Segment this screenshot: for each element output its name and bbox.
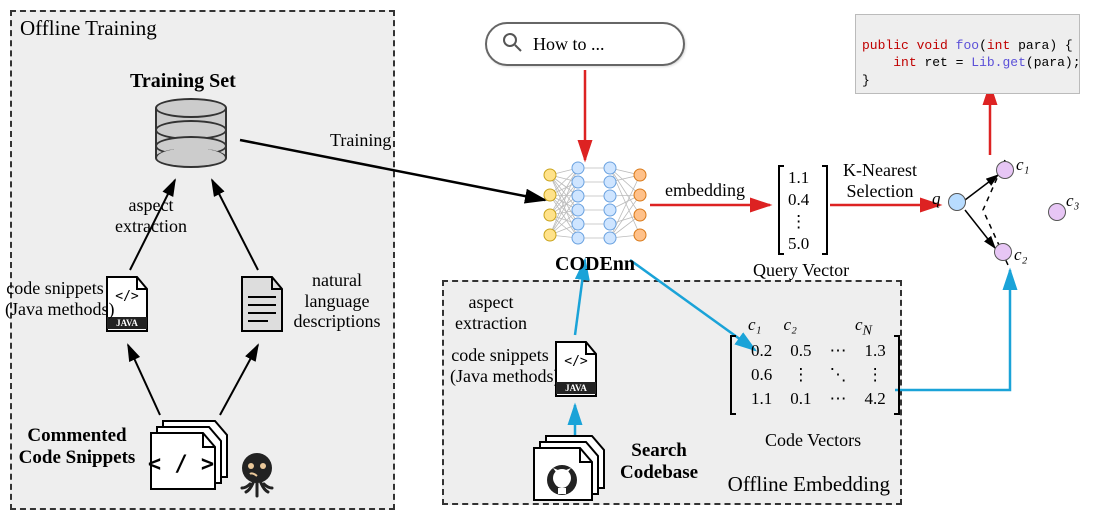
m10: 0.6	[742, 363, 781, 387]
var-ret: ret	[924, 55, 947, 70]
m23: 4.2	[856, 387, 895, 411]
mh2	[819, 315, 833, 339]
embedding-label-red: embedding	[665, 180, 745, 201]
kw-void: void	[917, 38, 948, 53]
aspect-extraction-label-2: aspect extraction	[455, 292, 527, 333]
qv-0: 1.1	[788, 167, 809, 189]
qv-2: ⋮	[788, 211, 809, 233]
paren-open: (	[979, 38, 987, 53]
libget: Lib.get	[971, 55, 1026, 70]
java-file-icon-2: </> JAVA	[552, 340, 600, 398]
knn-c1-node	[996, 161, 1014, 179]
kw-int2: int	[893, 55, 916, 70]
m11: ⋮	[781, 363, 820, 387]
training-set-label: Training Set	[130, 70, 236, 93]
query-vector: 1.1 0.4 ⋮ 5.0	[778, 165, 828, 255]
code-snippets-label-1: code snippets (Java methods)	[5, 278, 105, 319]
knn-c2-label: c₂	[1014, 245, 1027, 265]
code-glyph: </>	[115, 289, 139, 304]
commented-snippets-label: Commented Code Snippets	[12, 425, 142, 469]
m13: ⋮	[856, 363, 895, 387]
knn-c2-node	[994, 243, 1012, 261]
m12: ⋱	[821, 363, 856, 387]
m21: 0.1	[781, 387, 820, 411]
search-icon	[501, 31, 523, 58]
svg-text:< / >: < / >	[148, 452, 214, 477]
m00: 0.2	[742, 339, 781, 363]
nl-desc-label: natural language descriptions	[288, 270, 386, 332]
github-octocat-icon	[232, 448, 282, 498]
m22: ⋯	[821, 387, 856, 411]
aspect-extraction-label-1: aspect extraction	[115, 195, 187, 236]
close-brace: }	[862, 73, 870, 88]
training-arrow-label: Training	[330, 130, 391, 151]
knn-c3-label: c₃	[1066, 191, 1079, 211]
line1-end: ) {	[1049, 38, 1072, 53]
search-pill: How to ...	[485, 22, 685, 66]
m03: 1.3	[856, 339, 895, 363]
code-stack-icon: < / >	[145, 415, 245, 495]
knn-c3-node	[1048, 203, 1066, 221]
offline-embedding-title: Offline Embedding	[728, 472, 890, 497]
search-text: How to ...	[533, 34, 605, 55]
m01: 0.5	[781, 339, 820, 363]
qv-1: 0.4	[788, 189, 809, 211]
fn-foo: foo	[956, 38, 979, 53]
code-vectors-label: Code Vectors	[765, 430, 861, 451]
model-name-label: CODEnn	[555, 253, 635, 276]
knn-q-node	[948, 193, 966, 211]
knn-scatter: q c₁ c₂ c₃	[940, 155, 1080, 275]
kw-int1: int	[987, 38, 1010, 53]
qv-3: 5.0	[788, 233, 809, 255]
m20: 1.1	[742, 387, 781, 411]
query-vector-label: Query Vector	[753, 260, 849, 281]
arg-para: para	[1018, 38, 1049, 53]
m02: ⋯	[821, 339, 856, 363]
code-vectors-matrix: c₁ c₂ cN 0.2 0.5 ⋯ 1.3 0.6 ⋮ ⋱ ⋮ 1.1 0.1…	[730, 335, 900, 430]
github-stack-icon	[530, 432, 620, 502]
search-codebase-label: Search Codebase	[620, 440, 698, 484]
knn-label: K-Nearest Selection	[843, 160, 917, 201]
mh3: cN	[855, 315, 872, 339]
eq: =	[956, 55, 964, 70]
kw-public: public	[862, 38, 909, 53]
svg-text:</>: </>	[564, 354, 588, 369]
code-result-box: public void foo(int para) { int ret = Li…	[855, 14, 1080, 94]
call-args: (para);	[1026, 55, 1081, 70]
mh1: c₂	[783, 315, 796, 339]
database-icon	[155, 98, 227, 168]
knn-q-label: q	[932, 189, 941, 209]
java-badge-2: JAVA	[556, 382, 596, 394]
code-snippets-label-2: code snippets (Java methods)	[450, 345, 550, 386]
offline-training-title: Offline Training	[20, 16, 157, 41]
neural-net-icon	[540, 160, 650, 250]
mh0: c₁	[748, 315, 761, 339]
knn-c1-label: c₁	[1016, 155, 1029, 175]
doc-file-icon	[238, 275, 286, 333]
